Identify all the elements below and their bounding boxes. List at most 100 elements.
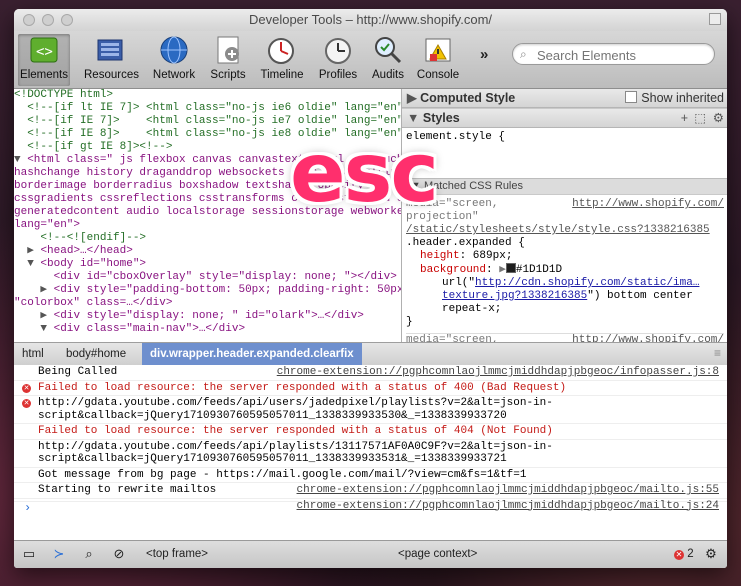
- tab-label: Scripts: [210, 69, 246, 81]
- dom-node[interactable]: <!DOCTYPE html>: [14, 89, 401, 102]
- resource-link[interactable]: texture.jpg?1338216385: [442, 290, 587, 302]
- keystroke-overlay: esc: [290, 126, 439, 221]
- show-inherited-checkbox[interactable]: Show inherited: [625, 89, 724, 107]
- console-message[interactable]: Being Called chrome-extension://pgphcomnl…: [14, 365, 727, 381]
- tab-label: Timeline: [260, 69, 304, 81]
- dom-indent: ▶: [14, 245, 41, 257]
- dom-node[interactable]: <!--<![endif]-->: [14, 232, 401, 245]
- tab-resources[interactable]: Resources: [84, 34, 139, 86]
- css-property[interactable]: background: [420, 264, 486, 276]
- computed-style-header[interactable]: ▶ Computed Style Show inherited: [402, 89, 727, 108]
- css-value[interactable]: #1D1D1D: [516, 264, 562, 276]
- rule-close: }: [406, 161, 413, 173]
- tab-network[interactable]: Network: [148, 34, 200, 86]
- stylesheet-link-path[interactable]: /static/stylesheets/style/style.css?1338…: [406, 224, 724, 237]
- add-rule-icon[interactable]: +: [681, 109, 688, 127]
- dom-node-text: <body id="home">: [40, 258, 147, 270]
- console-message-text: Failed to load resource: the server resp…: [38, 381, 567, 394]
- console-source-link[interactable]: chrome-extension://pgphcomnlaojlmmcjmidd…: [297, 500, 719, 513]
- search-field[interactable]: ⌕: [512, 43, 715, 65]
- dom-node[interactable]: ▼ <div class="main-nav">…</div>: [14, 323, 401, 336]
- console-message[interactable]: ✕ http://gdata.youtube.com/feeds/api/user…: [14, 396, 727, 424]
- console-message[interactable]: Got message from bg page - https://mail.…: [14, 468, 727, 483]
- css-value[interactable]: : 689px;: [460, 250, 513, 262]
- css-value: repeat-x;: [442, 303, 502, 315]
- minimize-icon[interactable]: [42, 14, 54, 26]
- rule-selector: .header.expanded {: [406, 237, 525, 249]
- matched-rules-header[interactable]: ▼ Matched CSS Rules: [402, 178, 727, 195]
- search-icon: ⌕: [520, 47, 527, 61]
- css-property[interactable]: height: [420, 250, 460, 262]
- dom-node-text: "colorbox" class=…</div>: [14, 297, 173, 309]
- dock-icon[interactable]: ▭: [18, 544, 40, 564]
- dom-node[interactable]: <div id="cboxOverlay" style="display: no…: [14, 271, 401, 284]
- frame-select[interactable]: <top frame>: [146, 545, 208, 563]
- gear-icon[interactable]: ⚙: [713, 109, 724, 127]
- clear-console-icon[interactable]: ⊘: [108, 544, 130, 564]
- css-rule-header-expanded[interactable]: media="screen, http://www.shopify.com/ pr…: [402, 195, 727, 342]
- dom-node[interactable]: "colorbox" class=…</div>: [14, 297, 401, 310]
- console-message[interactable]: Failed to load resource: the server resp…: [14, 424, 727, 440]
- tab-audits[interactable]: Audits: [362, 34, 414, 86]
- tab-profiles[interactable]: Profiles: [312, 34, 364, 86]
- tab-label: Network: [152, 69, 196, 81]
- element-style-rule[interactable]: element.style { }: [402, 128, 727, 178]
- fullscreen-icon[interactable]: [709, 13, 721, 25]
- console-drawer[interactable]: Being Called chrome-extension://pgphcomnl…: [14, 365, 727, 540]
- dom-node[interactable]: ▶ <div style="display: none; " id="olark…: [14, 310, 401, 323]
- dom-indent: ▼: [14, 154, 28, 166]
- console-message[interactable]: http://gdata.youtube.com/feeds/api/playl…: [14, 440, 727, 468]
- breadcrumb-item-html[interactable]: html: [14, 343, 52, 365]
- dom-node-text: <!--[if gt IE 8]><!-->: [27, 141, 173, 153]
- dom-node-text: <!DOCTYPE html>: [14, 89, 114, 101]
- element-state-icon[interactable]: ⬚: [694, 109, 706, 127]
- console-message[interactable]: ✕ Failed to load resource: the server res…: [14, 381, 727, 396]
- element-style-selector: element.style {: [406, 131, 506, 143]
- more-panels-button[interactable]: »: [480, 46, 488, 63]
- dom-indent: [14, 271, 54, 283]
- tab-timeline[interactable]: Timeline: [256, 34, 308, 86]
- dom-node-text: <!--<![endif]-->: [40, 232, 147, 244]
- stylesheet-link[interactable]: http://www.shopify.com/: [572, 198, 724, 211]
- close-icon[interactable]: [23, 14, 35, 26]
- tab-scripts[interactable]: Scripts: [202, 34, 254, 86]
- styles-header[interactable]: ▼ Styles + ⬚ ⚙: [402, 108, 727, 128]
- section-title: Styles: [422, 111, 460, 125]
- console-toggle-icon[interactable]: ≻: [48, 544, 70, 564]
- error-count[interactable]: ✕ 2: [674, 545, 694, 563]
- color-swatch[interactable]: [505, 263, 516, 273]
- dom-node[interactable]: ▼ <body id="home">: [14, 258, 401, 271]
- search-input[interactable]: [535, 46, 709, 64]
- elements-icon: <>: [28, 34, 60, 66]
- settings-gear-icon[interactable]: ⚙: [700, 544, 722, 564]
- tab-elements[interactable]: <> Elements: [18, 34, 70, 86]
- console-source-link[interactable]: chrome-extension://pgphcomnlaojlmmcjmidd…: [277, 366, 719, 379]
- console-message-text: Being Called: [38, 366, 118, 378]
- zoom-icon[interactable]: [61, 14, 73, 26]
- breadcrumb-item-selected[interactable]: div.wrapper.header.expanded.clearfix: [142, 343, 362, 365]
- context-select[interactable]: <page context>: [398, 545, 477, 563]
- console-message[interactable]: Starting to rewrite mailtos chrome-extens…: [14, 483, 727, 499]
- dom-node[interactable]: ▶ <div style="padding-bottom: 50px; padd…: [14, 284, 401, 297]
- dom-node[interactable]: <!--[if lt IE 7]> <html class="no-js ie6…: [14, 102, 401, 115]
- error-count-label: 2: [687, 548, 694, 560]
- dom-node-text: <div class="main-nav">…</div>: [53, 323, 246, 335]
- dom-indent: [14, 115, 27, 127]
- tab-label: Console: [416, 69, 460, 81]
- console-source-link[interactable]: chrome-extension://pgphcomnlaojlmmcjmidd…: [297, 484, 719, 497]
- resize-handle-icon[interactable]: ≡: [714, 346, 721, 360]
- dom-indent: [14, 128, 27, 140]
- console-message[interactable]: chrome-extension://pgphcomnlaojlmmcjmidd…: [14, 499, 727, 512]
- dom-node[interactable]: ▶ <head>…</head>: [14, 245, 401, 258]
- scripts-icon: [212, 34, 244, 66]
- devtools-window: Developer Tools – http://www.shopify.com…: [14, 9, 727, 568]
- rule-close: }: [406, 316, 413, 328]
- breadcrumb-item-body[interactable]: body#home: [58, 343, 134, 365]
- title-bar[interactable]: Developer Tools – http://www.shopify.com…: [14, 9, 727, 31]
- tab-console[interactable]: Console: [412, 34, 464, 86]
- stylesheet-link[interactable]: http://www.shopify.com/: [572, 334, 724, 342]
- resource-link[interactable]: http://cdn.shopify.com/static/ima…: [475, 277, 699, 289]
- checkbox-label: Show inherited: [641, 91, 724, 105]
- section-title: Computed Style: [420, 91, 516, 105]
- search-icon[interactable]: ⌕: [78, 544, 100, 564]
